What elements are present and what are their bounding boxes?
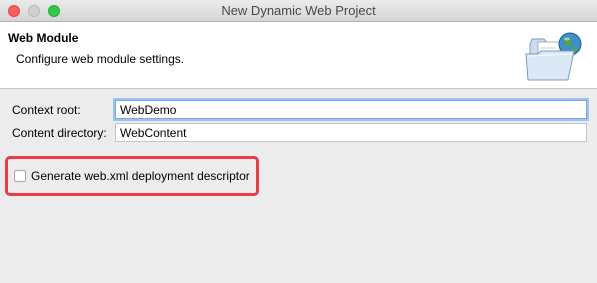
folder-globe-icon: [525, 32, 582, 81]
wizard-header: Web Module Configure web module settings…: [0, 22, 597, 89]
context-root-input[interactable]: [115, 100, 587, 119]
title-bar[interactable]: New Dynamic Web Project: [0, 0, 597, 22]
page-description: Configure web module settings.: [16, 52, 185, 66]
generate-descriptor-checkbox[interactable]: [14, 170, 26, 182]
context-root-label: Context root:: [12, 103, 81, 117]
content-directory-label: Content directory:: [12, 126, 107, 140]
generate-descriptor-label[interactable]: Generate web.xml deployment descriptor: [31, 169, 250, 183]
dialog-window: New Dynamic Web Project Web Module Confi…: [0, 0, 597, 283]
page-title: Web Module: [8, 31, 79, 45]
window-title: New Dynamic Web Project: [221, 3, 376, 18]
content-directory-input[interactable]: [115, 123, 587, 142]
